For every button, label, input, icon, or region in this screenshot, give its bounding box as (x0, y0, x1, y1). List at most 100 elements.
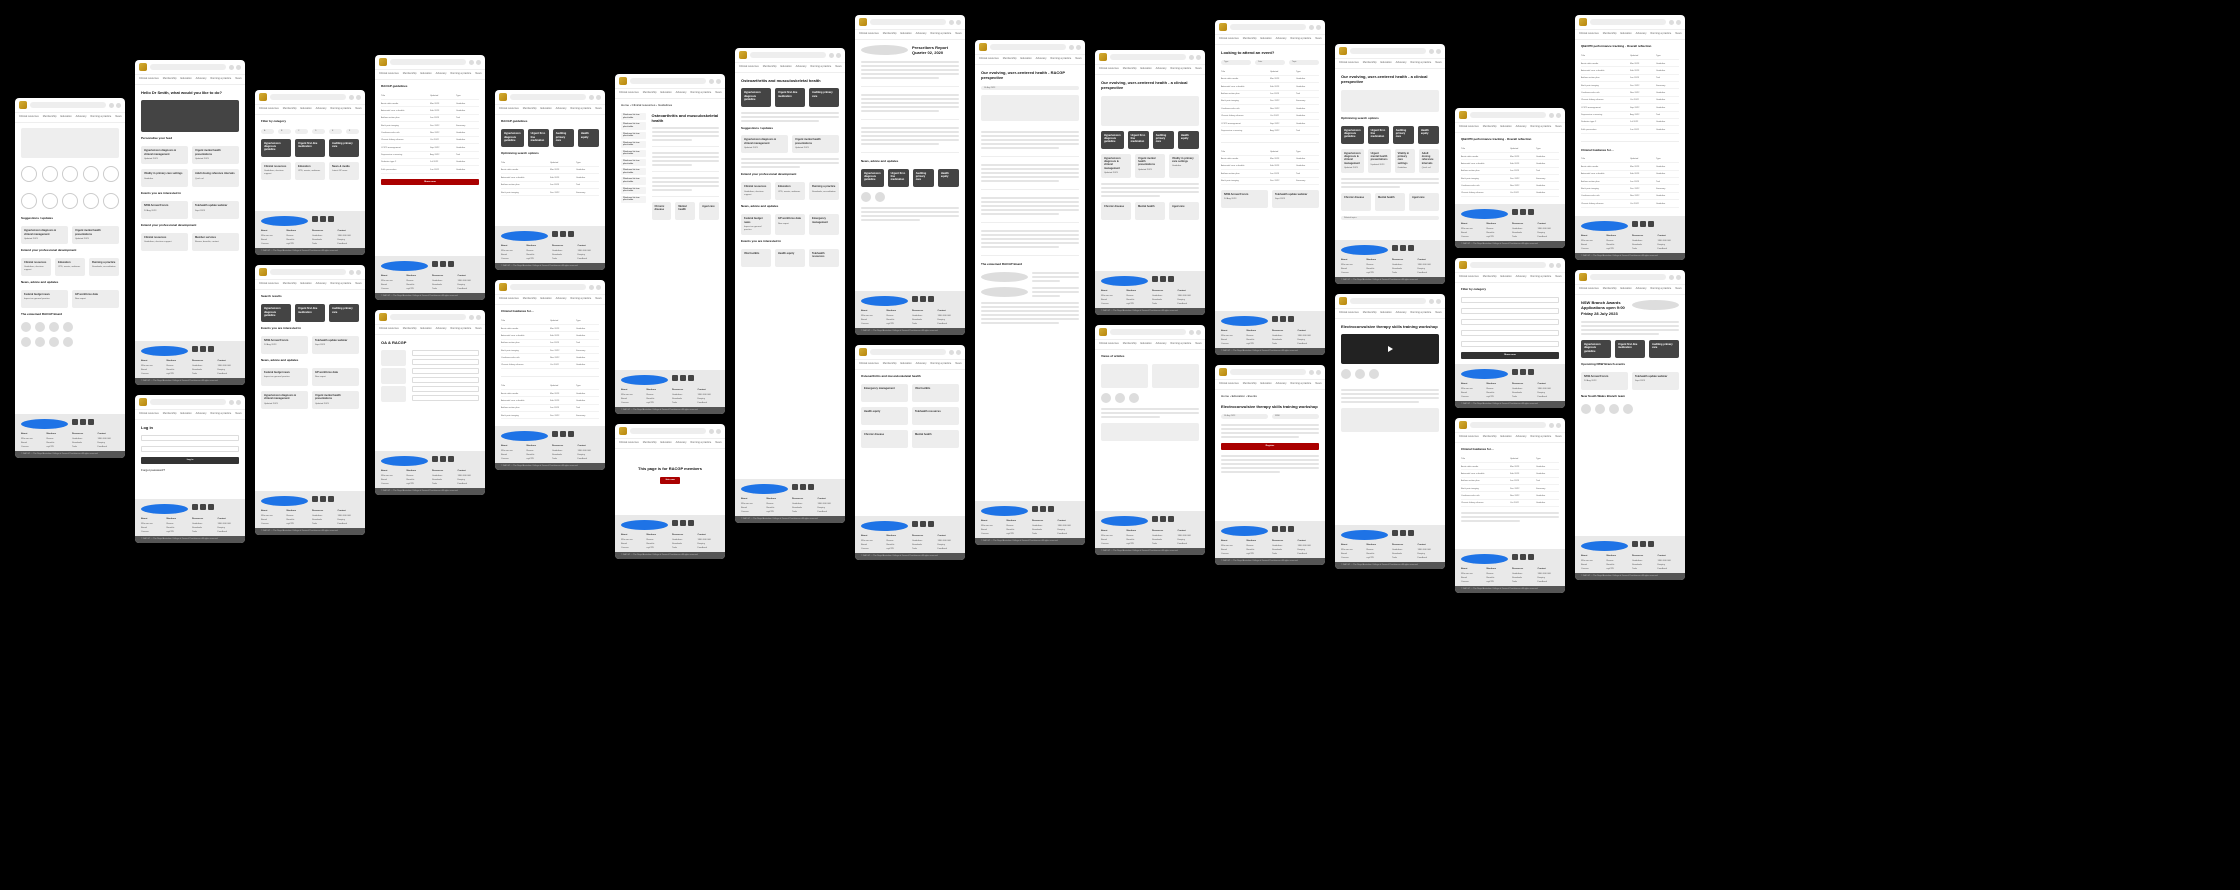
account-icons[interactable] (1549, 113, 1561, 118)
search-input[interactable] (1110, 329, 1186, 335)
footer-link[interactable]: Careers (381, 483, 403, 486)
footer-link[interactable]: Guidelines (1632, 240, 1654, 243)
avatar[interactable] (861, 192, 871, 202)
toc-item[interactable]: Wireframe list item placeholder (621, 122, 646, 129)
brand-logo[interactable] (139, 398, 147, 406)
footer-link[interactable]: Renew (167, 523, 189, 526)
table-row[interactable]: Cardiovascular riskNov 2022Guideline (501, 356, 599, 362)
nav-item[interactable]: Clinical resources (499, 107, 519, 110)
nav-item[interactable]: Running a practice (210, 412, 231, 415)
avatar[interactable] (1115, 393, 1125, 403)
brand-logo[interactable] (139, 63, 147, 71)
brand-logo[interactable] (1219, 23, 1227, 31)
table-row[interactable]: Chronic kidney diseaseOct 2022Guideline (1581, 98, 1679, 104)
footer-link[interactable]: Who we are (501, 450, 523, 453)
content-card[interactable]: Auditing primary care (329, 139, 359, 157)
nav-item[interactable]: Advocacy (676, 441, 687, 444)
bell-icon[interactable] (1309, 25, 1314, 30)
footer-link[interactable]: Tools (1632, 248, 1654, 251)
footer-link[interactable]: Feedback (338, 523, 360, 526)
footer-link[interactable]: Feedback (1418, 272, 1440, 275)
nav-item[interactable]: Running a practice (570, 297, 591, 300)
avatar[interactable] (875, 192, 885, 202)
account-icons[interactable] (589, 285, 601, 290)
nav-item[interactable]: News (595, 107, 601, 110)
footer-link[interactable]: Tools (192, 373, 214, 376)
table-row[interactable]: Diabetes type 2Jul 2022Guideline (1581, 120, 1679, 126)
footer-link[interactable]: Board (1581, 564, 1603, 567)
footer-link[interactable]: 1800 000 000 (338, 515, 360, 518)
content-card[interactable]: Urgent first-line medication (775, 88, 805, 106)
social-facebook-icon[interactable] (1101, 276, 1148, 286)
footer-link[interactable]: Guidelines (1632, 560, 1654, 563)
social-facebook-icon[interactable] (621, 375, 668, 385)
footer-link[interactable]: Tools (552, 258, 574, 261)
footer-link[interactable]: Who we are (861, 315, 883, 318)
nav-item[interactable]: Running a practice (690, 91, 711, 94)
table-row[interactable]: Cardiovascular riskNov 2022Guideline (1461, 494, 1559, 500)
category-circle[interactable] (103, 166, 119, 182)
table-row[interactable]: Chronic kidney diseaseOct 2022Guideline (1461, 191, 1559, 197)
table-row[interactable]: Acute otitis mediaMar 2023Guideline (501, 392, 599, 398)
footer-link[interactable]: Guidelines (1512, 388, 1534, 391)
nav-item[interactable]: Clinical resources (1099, 67, 1119, 70)
social-facebook-icon[interactable] (381, 261, 428, 271)
footer-link[interactable]: Enquiry (938, 544, 960, 547)
table-row[interactable]: Acute otitis mediaMar 2023Guideline (501, 168, 599, 174)
social-icons[interactable] (1272, 526, 1319, 536)
content-card[interactable]: Hypertension diagnosis guideline (261, 139, 291, 157)
table-row[interactable]: Chronic kidney diseaseOct 2022Guideline (501, 363, 599, 369)
bell-icon[interactable] (229, 400, 234, 405)
footer-link[interactable]: myCPD (1127, 303, 1149, 306)
nav-item[interactable]: News (235, 412, 241, 415)
social-facebook-icon[interactable] (1341, 530, 1388, 540)
search-input[interactable] (150, 64, 226, 70)
footer-link[interactable]: Tools (1512, 236, 1534, 239)
social-facebook-icon[interactable] (501, 431, 548, 441)
footer-link[interactable]: Enquiry (458, 479, 480, 482)
nav-item[interactable]: Clinical resources (1339, 311, 1359, 314)
nav-item[interactable]: Education (1501, 435, 1512, 438)
nav-item[interactable]: Advocacy (556, 107, 567, 110)
nav-item[interactable]: Membership (523, 107, 537, 110)
content-card[interactable]: Telehealth update webinarSept 2023 (1632, 372, 1679, 390)
footer-link[interactable]: Tools (672, 547, 694, 550)
bell-icon[interactable] (1189, 55, 1194, 60)
primary-nav[interactable]: Clinical resourcesMembershipEducationAdv… (135, 410, 245, 420)
footer-link[interactable]: Who we are (1221, 335, 1243, 338)
footer-link[interactable]: myCPD (167, 373, 189, 376)
content-card[interactable]: GP workforce dataNew report (72, 290, 119, 308)
user-icon[interactable] (236, 400, 241, 405)
footer-link[interactable]: Benefits (1487, 232, 1509, 235)
footer-link[interactable]: Who we are (621, 394, 643, 397)
nav-item[interactable]: Membership (763, 65, 777, 68)
nav-item[interactable]: Running a practice (90, 115, 111, 118)
footer-link[interactable]: Benefits (1247, 549, 1269, 552)
nav-item[interactable]: Advocacy (1396, 61, 1407, 64)
bell-icon[interactable] (589, 285, 594, 290)
social-facebook-icon[interactable] (1461, 209, 1508, 219)
nav-item[interactable]: News (115, 115, 121, 118)
footer-link[interactable]: 1800 000 000 (1538, 388, 1560, 391)
nav-item[interactable]: Clinical resources (259, 282, 279, 285)
breadcrumb[interactable]: Home › Education › Events (1221, 395, 1319, 399)
table-row[interactable]: Back pain imagingDec 2022Summary (1581, 187, 1679, 193)
footer-link[interactable]: Enquiry (1298, 339, 1320, 342)
footer-link[interactable]: Enquiry (578, 254, 600, 257)
footer-link[interactable]: Enquiry (1178, 539, 1200, 542)
content-card[interactable]: Telehealth resources (809, 249, 839, 267)
content-card[interactable]: Auditing primary care (1649, 340, 1679, 358)
content-card[interactable]: Running a practiceStandards, accreditati… (809, 182, 839, 200)
filter-pill[interactable]: F (346, 129, 359, 134)
video-player[interactable] (1341, 334, 1439, 364)
footer-link[interactable]: Board (141, 369, 163, 372)
footer-link[interactable]: Feedback (698, 402, 720, 405)
footer-link[interactable]: Guidelines (672, 394, 694, 397)
avatar[interactable] (49, 337, 59, 347)
table-row[interactable]: Asthma action planJan 2023Tool (1581, 76, 1679, 82)
footer-link[interactable]: Benefits (1367, 268, 1389, 271)
form-field[interactable] (412, 395, 480, 401)
nav-item[interactable]: Membership (1603, 32, 1617, 35)
social-facebook-icon[interactable] (861, 296, 908, 306)
user-icon[interactable] (476, 60, 481, 65)
